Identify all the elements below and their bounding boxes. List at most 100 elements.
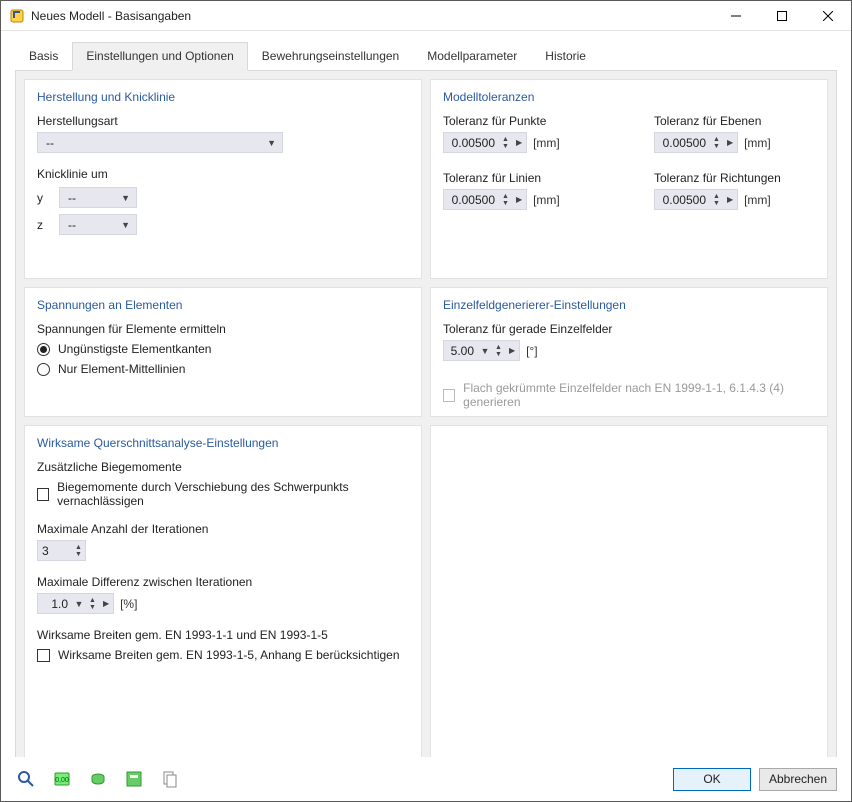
checkbox-flach-gekruemmte xyxy=(443,389,455,402)
unit-deg: [°] xyxy=(526,344,537,358)
axis-y-label: y xyxy=(37,191,49,205)
tol-punkte-spinner[interactable]: 0.00500 ▲▼ ▶ xyxy=(443,132,527,153)
tol-ebenen-value: 0.00500 xyxy=(655,136,710,150)
spinner-play-icon[interactable]: ▶ xyxy=(99,599,113,608)
tab-historie[interactable]: Historie xyxy=(531,42,600,71)
unit-pct: [%] xyxy=(120,597,137,611)
wqa-wb-label: Wirksame Breiten gem. EN 1993-1-1 und EN… xyxy=(37,628,409,642)
cancel-button[interactable]: Abbrechen xyxy=(759,768,837,791)
spinner-arrows-icon[interactable]: ▲▼ xyxy=(499,136,512,150)
herstellungsart-dropdown[interactable]: -- ▼ xyxy=(37,132,283,153)
tol-linien-spinner[interactable]: 0.00500 ▲▼ ▶ xyxy=(443,189,527,210)
chevron-down-icon[interactable]: ▼ xyxy=(72,599,86,609)
spinner-arrows-icon[interactable]: ▲▼ xyxy=(86,597,99,611)
checkbox-biegemomente[interactable] xyxy=(37,488,49,501)
wqa-max-iter-value: 3 xyxy=(38,544,72,558)
tol-ebenen-label: Toleranz für Ebenen xyxy=(654,114,815,128)
unit-mm: [mm] xyxy=(744,136,771,150)
einzelfeld-tol-label: Toleranz für gerade Einzelfelder xyxy=(443,322,815,336)
wqa-max-diff-spinner[interactable]: 1.0 ▼ ▲▼ ▶ xyxy=(37,593,114,614)
einzelfeld-tol-spinner[interactable]: 5.00 ▼ ▲▼ ▶ xyxy=(443,340,520,361)
unit-mm: [mm] xyxy=(533,136,560,150)
svg-text:0,00: 0,00 xyxy=(55,777,69,784)
wqa-max-diff-value: 1.0 xyxy=(38,597,72,611)
radio-unguenstigste-kanten-label: Ungünstigste Elementkanten xyxy=(58,342,211,356)
knicklinie-z-dropdown[interactable]: -- ▼ xyxy=(59,214,137,235)
toolbar-icon-3[interactable] xyxy=(87,768,109,790)
tol-linien-label: Toleranz für Linien xyxy=(443,171,604,185)
panel-einzelfeld: Einzelfeldgenerierer-Einstellungen Toler… xyxy=(430,287,828,417)
app-icon xyxy=(9,8,25,24)
minimize-button[interactable] xyxy=(713,1,759,30)
tab-modellparameter[interactable]: Modellparameter xyxy=(413,42,531,71)
toolbar-icon-2[interactable]: 0,00 xyxy=(51,768,73,790)
toolbar-icon-4[interactable] xyxy=(123,768,145,790)
spinner-arrows-icon[interactable]: ▲▼ xyxy=(710,136,723,150)
panel-title-toleranzen: Modelltoleranzen xyxy=(443,90,815,104)
spinner-play-icon[interactable]: ▶ xyxy=(505,346,519,355)
footer: 0,00 OK Abbrechen xyxy=(1,757,851,801)
radio-mittellinien[interactable] xyxy=(37,363,50,376)
spinner-play-icon[interactable]: ▶ xyxy=(512,138,526,147)
chevron-down-icon: ▼ xyxy=(121,193,130,203)
panel-blank xyxy=(430,425,828,763)
maximize-button[interactable] xyxy=(759,1,805,30)
unit-mm: [mm] xyxy=(533,193,560,207)
wqa-max-diff-label: Maximale Differenz zwischen Iterationen xyxy=(37,575,409,589)
panel-spannungen: Spannungen an Elementen Spannungen für E… xyxy=(24,287,422,417)
cancel-button-label: Abbrechen xyxy=(769,772,827,786)
axis-z-label: z xyxy=(37,218,49,232)
chevron-down-icon: ▼ xyxy=(121,220,130,230)
knicklinie-z-value: -- xyxy=(68,218,115,232)
tol-punkte-value: 0.00500 xyxy=(444,136,499,150)
ok-button-label: OK xyxy=(703,772,720,786)
titlebar: Neues Modell - Basisangaben xyxy=(1,1,851,31)
unit-mm: [mm] xyxy=(744,193,771,207)
window-controls xyxy=(713,1,851,30)
chevron-down-icon: ▼ xyxy=(267,138,276,148)
knicklinie-y-value: -- xyxy=(68,191,115,205)
wqa-max-iter-label: Maximale Anzahl der Iterationen xyxy=(37,522,409,536)
herstellungsart-label: Herstellungsart xyxy=(37,114,409,128)
radio-mittellinien-label: Nur Element-Mittellinien xyxy=(58,362,185,376)
knicklinie-y-dropdown[interactable]: -- ▼ xyxy=(59,187,137,208)
tol-richtungen-label: Toleranz für Richtungen xyxy=(654,171,815,185)
tol-punkte-label: Toleranz für Punkte xyxy=(443,114,604,128)
panel-toleranzen: Modelltoleranzen Toleranz für Punkte 0.0… xyxy=(430,79,828,279)
spinner-arrows-icon[interactable]: ▲▼ xyxy=(710,193,723,207)
knicklinie-label: Knicklinie um xyxy=(37,167,409,181)
panel-title-einzelfeld: Einzelfeldgenerierer-Einstellungen xyxy=(443,298,815,312)
spinner-play-icon[interactable]: ▶ xyxy=(723,138,737,147)
tol-richtungen-spinner[interactable]: 0.00500 ▲▼ ▶ xyxy=(654,189,738,210)
checkbox-wirksame-breiten[interactable] xyxy=(37,649,50,662)
herstellungsart-value: -- xyxy=(46,136,261,150)
tab-basis[interactable]: Basis xyxy=(15,42,72,71)
toolbar-icon-5[interactable] xyxy=(159,768,181,790)
spinner-play-icon[interactable]: ▶ xyxy=(512,195,526,204)
panel-wqa: Wirksame Querschnittsanalyse-Einstellung… xyxy=(24,425,422,763)
checkbox-biegemomente-label: Biegemomente durch Verschiebung des Schw… xyxy=(57,480,409,508)
spinner-arrows-icon[interactable]: ▲▼ xyxy=(499,193,512,207)
ok-button[interactable]: OK xyxy=(673,768,751,791)
panel-title-spannungen: Spannungen an Elementen xyxy=(37,298,409,312)
chevron-down-icon[interactable]: ▼ xyxy=(478,346,492,356)
spannungen-ermitteln-label: Spannungen für Elemente ermitteln xyxy=(37,322,409,336)
toolbar-icon-1[interactable] xyxy=(15,768,37,790)
spinner-arrows-icon[interactable]: ▲▼ xyxy=(492,344,505,358)
wqa-zus-label: Zusätzliche Biegemomente xyxy=(37,460,409,474)
tol-linien-value: 0.00500 xyxy=(444,193,499,207)
tab-einstellungen[interactable]: Einstellungen und Optionen xyxy=(72,42,247,71)
wqa-max-iter-spinner[interactable]: 3 ▲▼ xyxy=(37,540,86,561)
checkbox-flach-gekruemmte-label: Flach gekrümmte Einzelfelder nach EN 199… xyxy=(463,381,815,409)
panel-title-wqa: Wirksame Querschnittsanalyse-Einstellung… xyxy=(37,436,409,450)
radio-unguenstigste-kanten[interactable] xyxy=(37,343,50,356)
close-button[interactable] xyxy=(805,1,851,30)
tol-ebenen-spinner[interactable]: 0.00500 ▲▼ ▶ xyxy=(654,132,738,153)
spinner-arrows-icon[interactable]: ▲▼ xyxy=(72,544,85,558)
spinner-play-icon[interactable]: ▶ xyxy=(723,195,737,204)
tab-bewehrung[interactable]: Bewehrungseinstellungen xyxy=(248,42,413,71)
einzelfeld-tol-value: 5.00 xyxy=(444,344,478,358)
panel-herstellung: Herstellung und Knicklinie Herstellungsa… xyxy=(24,79,422,279)
tol-richtungen-value: 0.00500 xyxy=(655,193,710,207)
window-title: Neues Modell - Basisangaben xyxy=(31,9,713,23)
